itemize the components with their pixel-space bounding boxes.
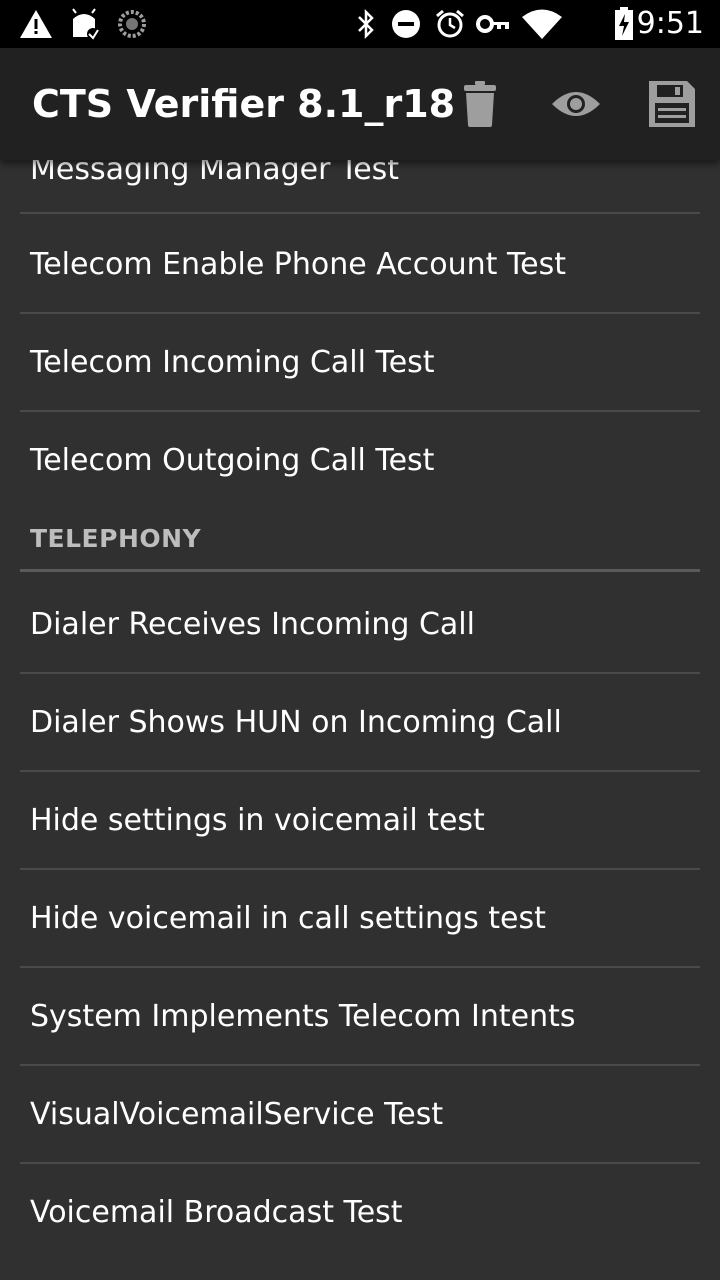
list-item-label: Messaging Manager Test — [30, 160, 400, 187]
list-item[interactable]: Messaging Manager Test — [20, 160, 700, 214]
app-bar: CTS Verifier 8.1_r18 — [0, 48, 720, 160]
list-item[interactable]: Dialer Receives Incoming Call — [20, 576, 700, 674]
app-title: CTS Verifier 8.1_r18 — [32, 82, 456, 126]
loading-spinner-icon — [116, 6, 148, 42]
alarm-icon — [434, 6, 466, 42]
eye-icon — [552, 92, 600, 116]
list-item[interactable]: Telecom Incoming Call Test — [20, 314, 700, 412]
list-item-label: Telecom Outgoing Call Test — [30, 443, 435, 478]
list-item-label: Dialer Receives Incoming Call — [30, 607, 475, 642]
warning-icon — [18, 6, 54, 42]
battery-charging-icon — [612, 6, 636, 42]
list-item[interactable]: VisualVoicemailService Test — [20, 1066, 700, 1164]
wifi-icon — [522, 6, 562, 42]
list-item-label: Telecom Enable Phone Account Test — [30, 247, 567, 282]
list-item[interactable]: Telecom Outgoing Call Test — [20, 412, 700, 510]
list-item-label: System Implements Telecom Intents — [30, 999, 576, 1034]
list-item[interactable]: Hide voicemail in call settings test — [20, 870, 700, 968]
delete-icon — [464, 81, 496, 127]
list-item-label: Telecom Incoming Call Test — [30, 345, 435, 380]
android-debug-icon — [66, 6, 102, 42]
list-item-label: Hide voicemail in call settings test — [30, 901, 546, 936]
list-item-label: Voicemail Broadcast Test — [30, 1195, 403, 1230]
list-item[interactable]: Voicemail Broadcast Test — [20, 1164, 700, 1262]
list-item-label: Dialer Shows HUN on Incoming Call — [30, 705, 562, 740]
view-button[interactable] — [548, 76, 604, 132]
list-item-label: Hide settings in voicemail test — [30, 803, 485, 838]
save-icon — [649, 81, 695, 127]
bluetooth-icon — [352, 6, 380, 42]
list-item[interactable]: Telecom Enable Phone Account Test — [20, 216, 700, 314]
section-header: TELEPHONY — [20, 510, 700, 572]
list-item[interactable]: Hide settings in voicemail test — [20, 772, 700, 870]
delete-button[interactable] — [452, 76, 508, 132]
status-bar: 9:51 — [0, 0, 720, 48]
do-not-disturb-icon — [390, 6, 422, 42]
vpn-key-icon — [476, 6, 512, 42]
list-item[interactable]: Dialer Shows HUN on Incoming Call — [20, 674, 700, 772]
save-button[interactable] — [644, 76, 700, 132]
list-item-label: VisualVoicemailService Test — [30, 1097, 444, 1132]
list-item[interactable]: System Implements Telecom Intents — [20, 968, 700, 1066]
test-list: Messaging Manager Test Telecom Enable Ph… — [0, 160, 720, 1280]
section-header-label: TELEPHONY — [30, 524, 202, 553]
status-clock: 9:51 — [636, 6, 704, 41]
